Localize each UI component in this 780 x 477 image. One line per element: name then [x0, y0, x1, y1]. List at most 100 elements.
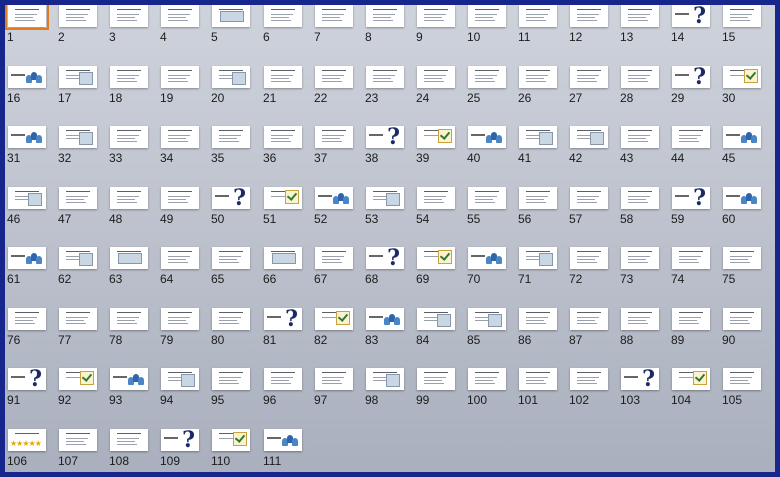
slide-thumbnail-75[interactable]: 75	[722, 247, 769, 286]
slide-preview[interactable]	[161, 308, 199, 330]
slide-thumbnail-77[interactable]: 77	[58, 308, 105, 347]
slide-preview[interactable]	[417, 247, 455, 269]
slide-thumbnail-32[interactable]: 32	[58, 126, 105, 165]
slide-preview[interactable]	[519, 5, 557, 27]
slide-preview[interactable]	[723, 247, 761, 269]
slide-thumbnail-31[interactable]: 31	[7, 126, 54, 165]
slide-preview[interactable]	[723, 308, 761, 330]
slide-preview[interactable]	[570, 247, 608, 269]
slide-thumbnail-23[interactable]: 23	[365, 66, 412, 105]
slide-thumbnail-13[interactable]: 13	[620, 5, 667, 44]
slide-preview[interactable]	[264, 5, 302, 27]
slide-preview[interactable]	[59, 187, 97, 209]
slide-thumbnail-53[interactable]: 53	[365, 187, 412, 226]
slide-thumbnail-17[interactable]: 17	[58, 66, 105, 105]
slide-preview[interactable]	[161, 66, 199, 88]
slide-preview[interactable]: ?	[366, 247, 404, 269]
slide-preview[interactable]	[110, 368, 148, 390]
slide-preview[interactable]	[110, 247, 148, 269]
slide-preview[interactable]	[59, 126, 97, 148]
slide-preview[interactable]: ?	[212, 187, 250, 209]
slide-thumbnail-45[interactable]: 45	[722, 126, 769, 165]
slide-preview[interactable]	[621, 5, 659, 27]
slide-thumbnail-76[interactable]: 76	[7, 308, 54, 347]
slide-preview[interactable]	[468, 126, 506, 148]
slide-preview[interactable]	[621, 66, 659, 88]
slide-preview[interactable]	[161, 247, 199, 269]
slide-preview[interactable]	[417, 308, 455, 330]
slide-preview[interactable]	[315, 5, 353, 27]
slide-thumbnail-6[interactable]: 6	[263, 5, 310, 44]
slide-thumbnail-86[interactable]: 86	[518, 308, 565, 347]
slide-preview[interactable]	[59, 66, 97, 88]
slide-thumbnail-78[interactable]: 78	[109, 308, 156, 347]
slide-thumbnail-85[interactable]: 85	[467, 308, 514, 347]
slide-thumbnail-65[interactable]: 65	[211, 247, 258, 286]
slide-preview[interactable]	[366, 5, 404, 27]
slide-preview[interactable]	[417, 187, 455, 209]
slide-thumbnail-47[interactable]: 47	[58, 187, 105, 226]
slide-thumbnail-68[interactable]: ? 68	[365, 247, 412, 286]
slide-thumbnail-24[interactable]: 24	[416, 66, 463, 105]
slide-preview[interactable]: ?	[672, 187, 710, 209]
slide-thumbnail-56[interactable]: 56	[518, 187, 565, 226]
slide-preview[interactable]	[417, 368, 455, 390]
slide-preview[interactable]	[212, 368, 250, 390]
slide-preview[interactable]	[468, 5, 506, 27]
slide-preview[interactable]	[519, 66, 557, 88]
slide-thumbnail-1[interactable]: 1	[5, 2, 54, 44]
slide-preview[interactable]	[519, 368, 557, 390]
slide-thumbnail-4[interactable]: 4	[160, 5, 207, 44]
slide-preview[interactable]	[315, 368, 353, 390]
slide-thumbnail-109[interactable]: ? 109	[160, 429, 207, 468]
slide-thumbnail-25[interactable]: 25	[467, 66, 514, 105]
slide-preview[interactable]	[621, 308, 659, 330]
slide-thumbnail-74[interactable]: 74	[671, 247, 718, 286]
slide-preview[interactable]	[723, 126, 761, 148]
slide-thumbnail-108[interactable]: 108	[109, 429, 156, 468]
slide-preview[interactable]	[570, 187, 608, 209]
slide-preview[interactable]	[264, 66, 302, 88]
slide-preview[interactable]	[468, 308, 506, 330]
slide-thumbnail-107[interactable]: 107	[58, 429, 105, 468]
slide-thumbnail-21[interactable]: 21	[263, 66, 310, 105]
slide-preview[interactable]	[519, 247, 557, 269]
slide-preview[interactable]	[519, 187, 557, 209]
slide-preview[interactable]	[468, 247, 506, 269]
slide-preview[interactable]	[5, 2, 49, 30]
slide-preview[interactable]	[264, 368, 302, 390]
slide-preview[interactable]	[417, 5, 455, 27]
slide-thumbnail-64[interactable]: 64	[160, 247, 207, 286]
slide-thumbnail-111[interactable]: 111	[263, 429, 310, 468]
slide-thumbnail-8[interactable]: 8	[365, 5, 412, 44]
slide-preview[interactable]	[723, 5, 761, 27]
slide-thumbnail-61[interactable]: 61	[7, 247, 54, 286]
slide-thumbnail-26[interactable]: 26	[518, 66, 565, 105]
slide-preview[interactable]	[110, 66, 148, 88]
slide-thumbnail-44[interactable]: 44	[671, 126, 718, 165]
slide-thumbnail-15[interactable]: 15	[722, 5, 769, 44]
slide-preview[interactable]	[264, 247, 302, 269]
slide-preview[interactable]	[417, 126, 455, 148]
slide-thumbnail-48[interactable]: 48	[109, 187, 156, 226]
slide-preview[interactable]	[315, 187, 353, 209]
slide-preview[interactable]	[161, 187, 199, 209]
slide-preview[interactable]	[161, 5, 199, 27]
slide-preview[interactable]: ?	[8, 368, 46, 390]
slide-preview[interactable]	[621, 126, 659, 148]
slide-preview[interactable]: ?	[672, 5, 710, 27]
slide-preview[interactable]	[212, 5, 250, 27]
slide-preview[interactable]	[672, 247, 710, 269]
slide-thumbnail-22[interactable]: 22	[314, 66, 361, 105]
slide-thumbnail-103[interactable]: ? 103	[620, 368, 667, 407]
slide-thumbnail-102[interactable]: 102	[569, 368, 616, 407]
slide-thumbnail-55[interactable]: 55	[467, 187, 514, 226]
slide-thumbnail-101[interactable]: 101	[518, 368, 565, 407]
slide-preview[interactable]	[59, 247, 97, 269]
slide-thumbnail-5[interactable]: 5	[211, 5, 258, 44]
slide-thumbnail-69[interactable]: 69	[416, 247, 463, 286]
slide-thumbnail-27[interactable]: 27	[569, 66, 616, 105]
slide-thumbnail-91[interactable]: ? 91	[7, 368, 54, 407]
slide-thumbnail-98[interactable]: 98	[365, 368, 412, 407]
slide-thumbnail-54[interactable]: 54	[416, 187, 463, 226]
